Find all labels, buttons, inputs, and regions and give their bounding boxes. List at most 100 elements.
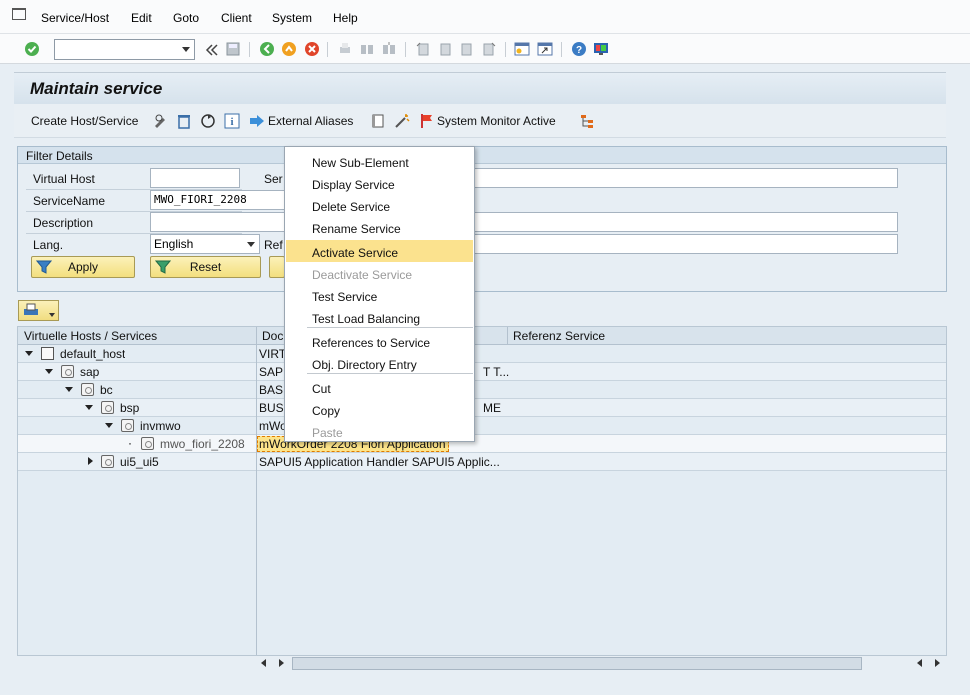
chevron-down-icon[interactable] (182, 47, 190, 52)
last-page-icon[interactable] (481, 41, 497, 57)
menu-help[interactable]: Help (333, 11, 358, 25)
enter-icon[interactable] (24, 41, 40, 57)
column-header-hosts[interactable]: Virtuelle Hosts / Services (24, 329, 157, 343)
tree-row-name: sap (80, 365, 100, 379)
scroll-left-icon[interactable] (261, 659, 266, 667)
apply-button[interactable]: Apply (31, 256, 135, 278)
title-bar: Maintain service (14, 72, 946, 104)
tree-row[interactable]: ui5_ui5 SAPUI5 Application Handler SAPUI… (18, 453, 946, 471)
tree-row[interactable]: invmwo mWo (18, 417, 946, 435)
tree-row[interactable]: default_host VIRT (18, 345, 946, 363)
scroll-left-icon[interactable] (917, 659, 922, 667)
menu-goto[interactable]: Goto (173, 11, 199, 25)
menu-item-obj-directory-entry[interactable]: Obj. Directory Entry (286, 352, 473, 374)
column-header-referenz[interactable]: Referenz Service (513, 329, 605, 343)
external-aliases-button[interactable]: External Aliases (268, 114, 353, 128)
menu-service-host[interactable]: Service/Host (41, 11, 109, 25)
magic-wand-icon[interactable] (394, 113, 410, 129)
context-menu: New Sub-Element Display Service Delete S… (284, 146, 475, 442)
cancel-icon[interactable] (304, 41, 320, 57)
more-filter-button[interactable] (269, 256, 285, 278)
info-icon[interactable]: i (224, 113, 240, 129)
expand-icon[interactable] (85, 405, 93, 410)
menu-item-new-sub-element[interactable]: New Sub-Element (286, 150, 473, 172)
tree-row-doc: BASI (259, 383, 287, 397)
first-page-icon[interactable] (415, 41, 431, 57)
flag-icon[interactable] (419, 113, 435, 129)
tree-row[interactable]: bc BASI (18, 381, 946, 399)
description-field[interactable] (150, 212, 898, 232)
scroll-right-icon[interactable] (279, 659, 284, 667)
next-page-icon[interactable] (459, 41, 475, 57)
print-icon (24, 303, 38, 315)
column-divider (256, 327, 257, 655)
menu-item-activate-service[interactable]: Activate Service (286, 240, 473, 262)
save-icon[interactable] (225, 41, 241, 57)
separator (505, 42, 506, 57)
tree-row[interactable]: sap SAP T T... (18, 363, 946, 381)
expand-icon[interactable] (65, 387, 73, 392)
delete-icon[interactable] (176, 113, 192, 129)
service-name-field[interactable]: MWO_FIORI_2208 (150, 190, 290, 210)
menu-separator (307, 327, 473, 328)
back-icon[interactable] (259, 41, 275, 57)
menu-item-delete-service[interactable]: Delete Service (286, 194, 473, 216)
tree-row[interactable]: bsp BUSI ME (18, 399, 946, 417)
service-tree: Virtuelle Hosts / Services Doc Referenz … (17, 326, 947, 656)
menu-item-cut[interactable]: Cut (286, 376, 473, 398)
system-monitor-button[interactable]: System Monitor Active (437, 114, 556, 128)
collapse-icon[interactable] (204, 42, 220, 58)
service-node-icon (141, 437, 154, 450)
scroll-right-icon[interactable] (935, 659, 940, 667)
tree-row-selected[interactable]: · mwo_fiori_2208 mWorkOrder 2208 Fiori A… (18, 435, 946, 453)
hierarchy-icon[interactable] (579, 113, 595, 129)
lang-label: Lang. (33, 238, 64, 252)
command-field[interactable] (54, 39, 195, 60)
find-next-icon[interactable] (381, 41, 397, 57)
arrow-right-icon[interactable] (249, 113, 265, 129)
tree-row-name: bc (100, 383, 113, 397)
menu-item-display-service[interactable]: Display Service (286, 172, 473, 194)
help-icon[interactable]: ? (571, 41, 587, 57)
description-label: Description (33, 216, 94, 230)
reset-button-label: Reset (189, 260, 222, 274)
menu-item-test-load-balancing[interactable]: Test Load Balancing (286, 306, 473, 328)
column-header-doc[interactable]: Doc (262, 329, 283, 343)
documentation-icon[interactable] (370, 113, 386, 129)
service-field[interactable] (473, 168, 898, 188)
collapse-icon[interactable] (88, 457, 93, 465)
menu-system[interactable]: System (272, 11, 312, 25)
exit-icon[interactable] (281, 41, 297, 57)
menu-item-copy[interactable]: Copy (286, 398, 473, 420)
menu-separator (307, 373, 473, 374)
filter-details-group: Filter Details Virtual Host Ser ServiceN… (17, 146, 947, 292)
menu-item-references-to-service[interactable]: References to Service (286, 330, 473, 352)
reference-field[interactable] (473, 234, 898, 254)
menu-client[interactable]: Client (221, 11, 252, 25)
find-icon[interactable] (359, 41, 375, 57)
prev-page-icon[interactable] (437, 41, 453, 57)
lang-select[interactable]: English (150, 234, 260, 254)
expand-icon[interactable] (105, 423, 113, 428)
tree-row-name: ui5_ui5 (120, 455, 159, 469)
menu-edit[interactable]: Edit (131, 11, 152, 25)
customize-layout-icon[interactable] (593, 41, 609, 57)
menu-toggle-icon[interactable] (12, 8, 26, 20)
reset-button[interactable]: Reset (150, 256, 261, 278)
create-session-icon[interactable] (514, 41, 530, 57)
shortcut-icon[interactable] (537, 41, 553, 57)
menu-item-test-service[interactable]: Test Service (286, 284, 473, 306)
horizontal-scrollbar[interactable] (292, 657, 862, 670)
chevron-down-icon[interactable] (247, 242, 255, 247)
chevron-down-icon[interactable] (49, 313, 55, 317)
expand-icon[interactable] (25, 351, 33, 356)
menu-item-rename-service[interactable]: Rename Service (286, 216, 473, 238)
service-name-label: ServiceName (33, 194, 106, 208)
refresh-icon[interactable] (200, 113, 216, 129)
virtual-host-field[interactable] (150, 168, 240, 188)
create-host-service-button[interactable]: Create Host/Service (31, 114, 138, 128)
expand-icon[interactable] (45, 369, 53, 374)
display-change-icon[interactable] (153, 113, 169, 129)
print-icon[interactable] (337, 41, 353, 57)
print-list-button[interactable] (18, 300, 59, 321)
